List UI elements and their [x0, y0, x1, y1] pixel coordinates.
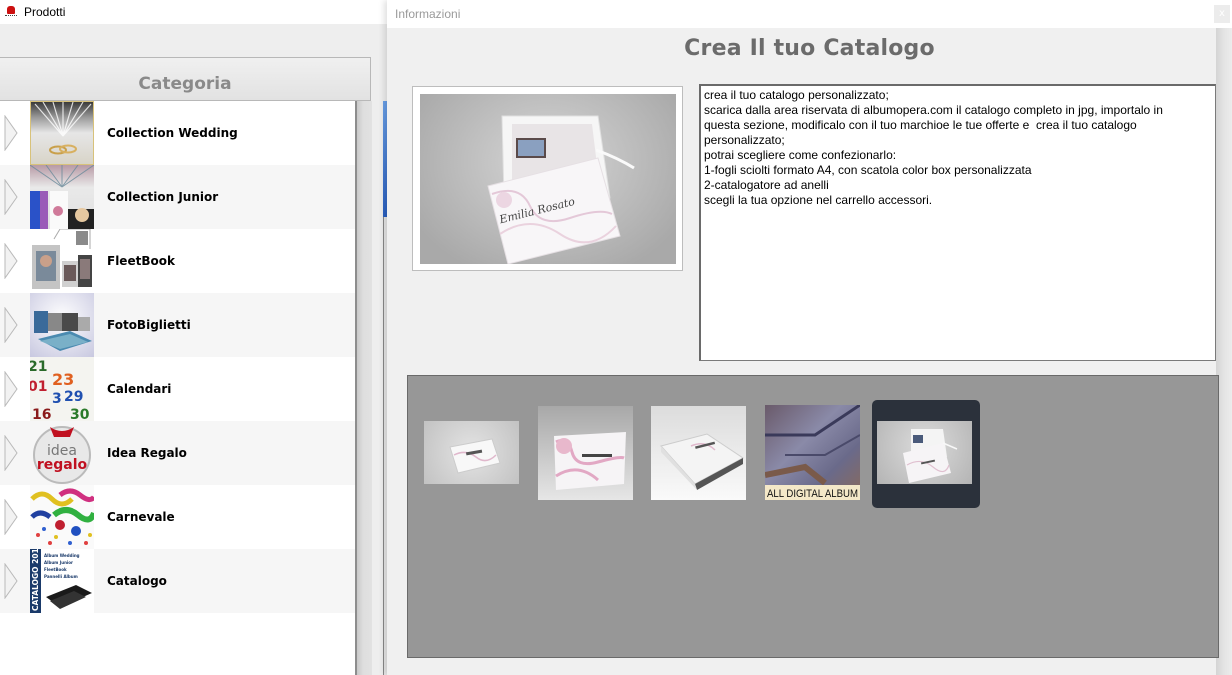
category-item-collection-wedding[interactable]: Collection Wedding: [0, 101, 355, 165]
selected-thumb-frame[interactable]: [872, 400, 980, 508]
list-scrollbar-gutter[interactable]: [357, 101, 372, 675]
standing-catalog-thumb[interactable]: [538, 406, 633, 500]
chevron-right-icon: [4, 114, 18, 152]
chevron-right-icon: [4, 434, 18, 472]
catalogo-line: FleetBook: [44, 567, 67, 572]
info-window: Informazioni x Crea Il tuo Catalogo Emil…: [387, 0, 1232, 675]
regalo-text: regalo: [37, 457, 88, 473]
app-logo-icon: [4, 5, 18, 19]
window-title: Informazioni: [395, 7, 461, 21]
category-label: FotoBiglietti: [107, 318, 191, 332]
category-header-label: Categoria: [138, 74, 232, 94]
close-button[interactable]: x: [1214, 5, 1230, 23]
category-item-collection-junior[interactable]: Collection Junior: [0, 165, 355, 229]
window-title: Prodotti: [24, 5, 66, 19]
category-list: Collection Wedding Collection Junior Fle…: [0, 101, 357, 675]
category-label: Collection Junior: [107, 190, 219, 204]
category-label: Catalogo: [107, 574, 167, 588]
chevron-right-icon: [4, 562, 18, 600]
main-image-frame: Emilia Rosato: [412, 86, 683, 271]
chevron-right-icon: [4, 370, 18, 408]
description-textarea[interactable]: crea il tuo catalogo personalizzato; sca…: [699, 84, 1216, 361]
idea-regalo-badge-image: idea regalo: [30, 421, 94, 485]
catalogo-line: Pannelli Album: [44, 574, 78, 579]
chevron-right-icon: [4, 306, 18, 344]
svg-text:30: 30: [70, 407, 90, 421]
gift-box-thumb[interactable]: [877, 421, 972, 484]
category-item-catalogo[interactable]: CATALOGO 2017 Album Wedding Album Junior…: [0, 549, 355, 613]
category-label: Collection Wedding: [107, 126, 238, 140]
info-titlebar: Informazioni x: [387, 0, 1232, 28]
category-label: Idea Regalo: [107, 446, 187, 460]
catalogo-spine-text: CATALOGO 2017: [31, 549, 40, 611]
products-window: Prodotti Categoria Collection Wedding Co…: [0, 0, 388, 675]
category-item-calendari[interactable]: 21 23 01 3 29 16 30 Calendari: [0, 357, 355, 421]
products-titlebar: Prodotti: [0, 0, 388, 24]
chevron-right-icon: [4, 498, 18, 536]
flat-catalog-thumb[interactable]: [424, 421, 519, 484]
gift-box-catalog-photo: Emilia Rosato: [420, 94, 676, 264]
svg-text:01: 01: [30, 379, 47, 395]
catalogo-line: Album Wedding: [44, 553, 80, 558]
svg-text:3: 3: [52, 391, 62, 407]
category-item-idea-regalo[interactable]: idea regalo Idea Regalo: [0, 421, 355, 485]
category-item-fotobiglietti[interactable]: FotoBiglietti: [0, 293, 355, 357]
category-item-carnevale[interactable]: Carnevale: [0, 485, 355, 549]
carnival-streamers-image: [30, 485, 94, 549]
fleetbook-image: [30, 229, 94, 293]
category-item-fleetbook[interactable]: FleetBook: [0, 229, 355, 293]
chevron-right-icon: [4, 178, 18, 216]
svg-text:16: 16: [32, 407, 51, 421]
svg-text:23: 23: [52, 370, 74, 389]
chevron-right-icon: [4, 242, 18, 280]
photo-cards-image: [30, 293, 94, 357]
junior-album-image: [30, 165, 94, 229]
catalogo-2017-image: CATALOGO 2017 Album Wedding Album Junior…: [30, 549, 94, 613]
all-digital-album-caption: ALL DIGITAL ALBUM: [767, 488, 858, 500]
wedding-album-rings-image: [30, 101, 94, 165]
all-digital-album-thumb[interactable]: ALL DIGITAL ALBUM: [765, 405, 860, 500]
page-title: Crea Il tuo Catalogo: [684, 36, 935, 61]
thumbnail-gallery: ALL DIGITAL ALBUM: [407, 375, 1219, 658]
category-header: Categoria: [0, 57, 371, 101]
svg-text:21: 21: [30, 359, 47, 375]
category-label: Carnevale: [107, 510, 175, 524]
ring-binder-thumb[interactable]: [651, 406, 746, 500]
catalogo-line: Album Junior: [44, 560, 73, 565]
svg-text:29: 29: [64, 389, 83, 405]
category-label: FleetBook: [107, 254, 175, 268]
calendar-numbers-image: 21 23 01 3 29 16 30: [30, 357, 94, 421]
category-label: Calendari: [107, 382, 172, 396]
